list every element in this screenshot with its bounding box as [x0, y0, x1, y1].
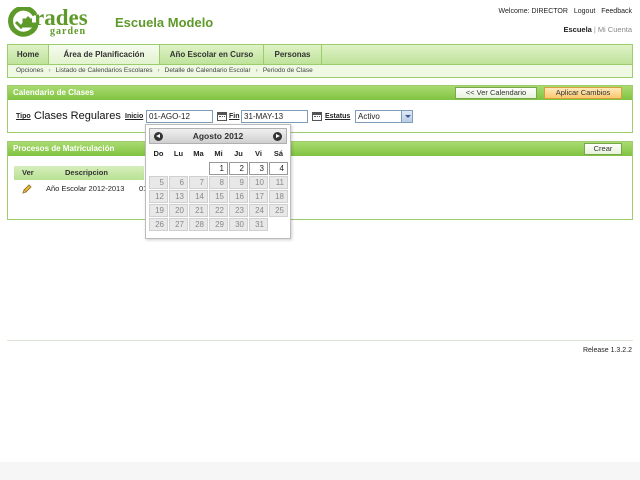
calendar-day[interactable]: 27	[169, 218, 188, 231]
tipo-label: Tipo	[16, 113, 31, 120]
chevron-down-icon[interactable]	[401, 111, 412, 122]
calendar-header: Agosto 2012	[149, 128, 287, 144]
breadcrumb-listado[interactable]: Listado de Calendarios Escolares	[56, 67, 153, 74]
separator: |	[593, 25, 596, 34]
nav-item-home[interactable]: Home	[8, 45, 49, 64]
calendar-day[interactable]: 26	[149, 218, 168, 231]
estatus-select[interactable]: Activo	[355, 110, 413, 123]
school-name: Escuela Modelo	[115, 15, 214, 30]
escuela-link[interactable]: Escuela	[564, 25, 592, 34]
feedback-link[interactable]: Feedback	[601, 8, 632, 15]
weekday-header: Vi	[255, 149, 262, 158]
release-version: Release 1.3.2.2	[582, 347, 632, 354]
mi-cuenta-link[interactable]: Mi Cuenta	[598, 25, 632, 34]
logo-text-sub: garden	[50, 26, 86, 37]
calendar-day[interactable]: 28	[189, 218, 208, 231]
calendar-day[interactable]: 19	[149, 204, 168, 217]
weekday-header: Ju	[234, 149, 243, 158]
welcome-text: Welcome: DIRECTOR	[498, 8, 568, 15]
calendar-day[interactable]: 16	[229, 190, 248, 203]
inicio-input[interactable]: 01-AGO-12	[146, 110, 213, 123]
nav-item-ano-escolar[interactable]: Año Escolar en Curso	[160, 45, 264, 64]
column-header-ver: Ver	[22, 168, 34, 177]
calendar-day[interactable]: 5	[149, 176, 168, 189]
calendar-day[interactable]: 12	[149, 190, 168, 203]
calendar-day[interactable]: 11	[269, 176, 288, 189]
school-links: Escuela | Mi Cuenta	[564, 25, 633, 34]
calendar-day[interactable]: 2	[229, 162, 248, 175]
breadcrumb-opciones[interactable]: Opciones	[16, 67, 43, 74]
calendar-day[interactable]: 10	[249, 176, 268, 189]
calendar-day[interactable]: 9	[229, 176, 248, 189]
table-header: Ver Descripcion	[14, 166, 144, 180]
weekday-header: Sá	[273, 149, 284, 158]
inicio-label: Inicio	[125, 113, 144, 120]
user-links: Welcome: DIRECTOR Logout Feedback	[495, 8, 632, 15]
panel-title: Procesos de Matriculación	[8, 142, 632, 156]
pencil-icon[interactable]	[22, 184, 32, 194]
weekday-header: Lu	[173, 149, 184, 158]
ver-calendario-button[interactable]: << Ver Calendario	[455, 87, 537, 99]
chevron-right-icon: ›	[48, 67, 51, 74]
grades-garden-logo[interactable]: rades garden	[8, 5, 104, 37]
calendar-day[interactable]: 8	[209, 176, 228, 189]
calendario-panel: Calendario de Clases << Ver Calendario A…	[7, 85, 633, 133]
page-bottom	[0, 462, 640, 480]
estatus-label: Estatus	[325, 113, 351, 120]
calendar-day[interactable]: 25	[269, 204, 288, 217]
procesos-matriculacion-panel: Procesos de Matriculación Crear Ver Desc…	[7, 141, 633, 220]
breadcrumb: Opciones › Listado de Calendarios Escolare…	[7, 64, 633, 78]
prev-month-icon[interactable]	[154, 132, 163, 141]
main-nav: Home Área de Planificación Año Escolar e…	[7, 44, 633, 64]
nav-item-personas[interactable]: Personas	[264, 45, 322, 64]
chevron-right-icon: ›	[255, 67, 258, 74]
weekday-header: Do	[153, 149, 164, 158]
nav-item-area-planificacion[interactable]: Área de Planificación	[49, 45, 160, 64]
fin-label: Fin	[229, 113, 240, 120]
calendar-day[interactable]: 4	[269, 162, 288, 175]
date-picker-popup: Agosto 2012 Do Lu Ma Mi Ju Vi Sá 1 2 3 4 5 6 7 8 9 10 11 1…	[145, 124, 291, 239]
estatus-selected-value: Activo	[358, 112, 380, 121]
chevron-right-icon: ›	[157, 67, 160, 74]
calendar-day[interactable]: 3	[249, 162, 268, 175]
column-header-descripcion: Descripcion	[65, 168, 108, 177]
calendar-day[interactable]: 23	[229, 204, 248, 217]
table-row[interactable]: Año Escolar 2012-2013 01	[14, 182, 147, 196]
calendar-day[interactable]: 30	[229, 218, 248, 231]
crear-button[interactable]: Crear	[584, 143, 622, 155]
calendar-day[interactable]: 22	[209, 204, 228, 217]
breadcrumb-periodo: Periodo de Clase	[262, 67, 313, 74]
row-descripcion: Año Escolar 2012-2013	[46, 184, 125, 193]
calendar-day[interactable]: 18	[269, 190, 288, 203]
calendar-month-label: Agosto 2012	[192, 131, 244, 141]
tipo-value: Clases Regulares	[34, 110, 121, 122]
calendar-day[interactable]: 7	[189, 176, 208, 189]
calendar-icon[interactable]	[217, 112, 227, 121]
calendar-day[interactable]: 17	[249, 190, 268, 203]
fin-input[interactable]: 31-MAY-13	[241, 110, 308, 123]
calendar-day[interactable]: 6	[169, 176, 188, 189]
panel-title: Calendario de Clases	[8, 86, 632, 100]
calendar-day[interactable]: 24	[249, 204, 268, 217]
calendar-day[interactable]: 29	[209, 218, 228, 231]
weekday-header: Mi	[214, 149, 223, 158]
next-month-icon[interactable]	[273, 132, 282, 141]
logout-link[interactable]: Logout	[574, 8, 595, 15]
weekday-header: Ma	[193, 149, 204, 158]
calendar-icon[interactable]	[312, 112, 322, 121]
calendar-day-selected[interactable]: 1	[209, 162, 228, 175]
calendar-day[interactable]: 13	[169, 190, 188, 203]
breadcrumb-detalle[interactable]: Detalle de Calendario Escolar	[165, 67, 251, 74]
calendar-day[interactable]: 31	[249, 218, 268, 231]
footer-divider	[7, 340, 633, 341]
calendar-day[interactable]: 21	[189, 204, 208, 217]
calendar-day[interactable]: 15	[209, 190, 228, 203]
calendar-day[interactable]: 14	[189, 190, 208, 203]
aplicar-cambios-button[interactable]: Aplicar Cambios	[544, 87, 622, 99]
calendar-day[interactable]: 20	[169, 204, 188, 217]
